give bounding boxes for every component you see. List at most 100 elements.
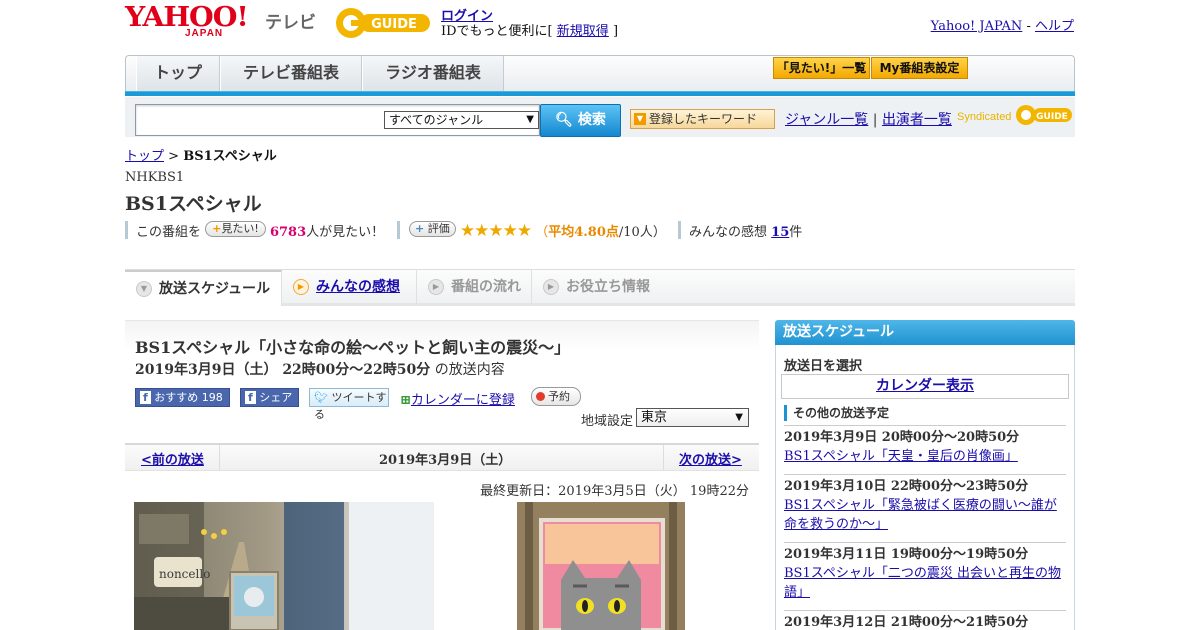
mitai-stat: この番組を +見たい! 6783人が見たい！ — [136, 221, 384, 240]
prev-broadcast-link[interactable]: <前の放送 — [141, 449, 204, 468]
sidebar-heading: 放送スケジュール — [775, 320, 1075, 345]
tab-label: 番組の流れ — [451, 279, 521, 295]
play-icon: ▶ — [428, 279, 444, 295]
rate-button[interactable]: + 評価 — [409, 221, 456, 237]
facebook-recommend-button[interactable]: f おすすめ 198 — [135, 388, 230, 407]
rate-button-label: 評価 — [427, 222, 450, 235]
promo-prefix: IDでもっと便利に[ — [441, 24, 553, 39]
tab-label[interactable]: みんなの感想 — [316, 279, 400, 295]
nav-tab-radio-schedule[interactable]: ラジオ番組表 — [362, 56, 504, 92]
keyword-button[interactable]: ▼ 登録したキーワード — [630, 109, 775, 129]
program-stats: この番組を +見たい! 6783人が見たい！ + 評価 ★★★★★ （平均4.8… — [125, 221, 825, 241]
mitai-button[interactable]: +見たい! — [205, 221, 266, 237]
play-icon: ▶ — [543, 279, 559, 295]
chevron-down-icon: ▼ — [735, 412, 743, 423]
tab-reviews[interactable]: ▶ みんなの感想 — [282, 270, 417, 304]
current-broadcast-date: 2019年3月9日（土） — [379, 453, 512, 468]
svg-text:GUIDE: GUIDE — [371, 17, 417, 32]
region-select-value: 東京 — [641, 410, 668, 425]
program-photo-studio: noncello — [134, 502, 434, 630]
schedule-item: 2019年3月10日 22時00分～23時50分 BS1スペシャル「緊急被ばく医… — [784, 478, 1066, 534]
broadcast-datetime: 2019年3月9日（土） 22時00分～22時50分 — [135, 362, 431, 378]
calendar-register-link[interactable]: カレンダーに登録 — [411, 393, 515, 408]
next-broadcast-link[interactable]: 次の放送> — [679, 449, 742, 468]
top-right-links: Yahoo! JAPAN - ヘルプ — [931, 15, 1074, 34]
tab-program-flow[interactable]: ▶ 番組の流れ — [417, 270, 532, 304]
schedule-title-link[interactable]: BS1スペシャル「二つの震災 出会いと再生の物語」 — [784, 566, 1061, 600]
content-tabs: ▼ 放送スケジュール ▶ みんなの感想 ▶ 番組の流れ ▶ お役立ち情報 — [125, 269, 1075, 306]
gguide-small-logo: GUIDE — [1015, 105, 1072, 125]
schedule-datetime: 2019年3月10日 22時00分～23時50分 — [784, 479, 1029, 494]
link-separator: - — [1026, 19, 1031, 34]
schedule-item: 2019年3月11日 19時00分～19時50分 BS1スペシャル「二つの震災 … — [784, 546, 1066, 602]
calendar-add-icon: ⊞ — [400, 393, 411, 408]
search-button[interactable]: 🔍︎ 検索 — [540, 104, 621, 137]
facebook-recommend-label: おすすめ 198 — [154, 391, 223, 404]
nav-accent-bar — [125, 91, 1075, 96]
facebook-icon: f — [140, 391, 151, 404]
mitai-button-label: 見たい! — [221, 222, 259, 235]
tweet-button[interactable]: 🐦︎ ツイートする — [309, 388, 389, 421]
mitai-prefix: この番組を — [136, 225, 202, 240]
help-link[interactable]: ヘルプ — [1035, 19, 1074, 34]
search-button-label: 検索 — [577, 112, 606, 128]
tab-useful-info[interactable]: ▶ お役立ち情報 — [532, 270, 672, 304]
stats-divider — [125, 221, 128, 239]
tab-label: お役立ち情報 — [566, 279, 650, 295]
plus-icon: + — [415, 222, 425, 235]
svg-text:GUIDE: GUIDE — [1036, 112, 1068, 122]
mitai-count: 6783 — [269, 225, 307, 240]
schedule-divider — [784, 610, 1066, 611]
schedule-title-link[interactable]: BS1スペシャル「緊急被ばく医療の闘い～誰が命を救うのか～」 — [784, 498, 1057, 532]
nav-tab-top[interactable]: トップ — [136, 56, 220, 92]
genre-list-link[interactable]: ジャンル一覧 — [785, 112, 868, 128]
mitai-list-button[interactable]: 「見たい!」一覧 — [773, 57, 870, 79]
yahoo-japan-link[interactable]: Yahoo! JAPAN — [931, 19, 1023, 34]
my-schedule-button[interactable]: My番組表設定 — [871, 57, 968, 79]
reviews-suffix: 件 — [789, 225, 803, 240]
tv-label[interactable]: テレビ — [265, 8, 316, 33]
schedule-item: 2019年3月12日 21時00分～21時50分 — [784, 614, 1066, 630]
rating-average: 平均4.80点 — [548, 225, 619, 240]
nav-tab-tv-schedule[interactable]: テレビ番組表 — [220, 56, 362, 92]
record-dot-icon — [536, 392, 545, 401]
breadcrumb-top-link[interactable]: トップ — [125, 149, 164, 164]
avg-open: （ — [535, 225, 549, 240]
schedule-datetime: 2019年3月11日 19時00分～19時50分 — [784, 547, 1029, 562]
twitter-icon: 🐦︎ — [314, 391, 328, 404]
gguide-logo[interactable]: GUIDE — [334, 6, 434, 40]
reviews-prefix: みんなの感想 — [689, 225, 768, 240]
signup-link[interactable]: 新規取得 — [557, 24, 609, 39]
calendar-display-link[interactable]: カレンダー表示 — [876, 378, 974, 394]
schedule-title-link[interactable]: BS1スペシャル「天皇・皇后の肖像画」 — [784, 449, 1018, 464]
schedule-datetime: 2019年3月9日 20時00分～20時50分 — [784, 430, 1020, 445]
facebook-icon: f — [245, 391, 256, 404]
play-icon: ▶ — [293, 279, 309, 295]
rating-stars: ★★★★★ — [459, 221, 532, 241]
schedule-datetime: 2019年3月12日 21時00分～21時50分 — [784, 615, 1029, 630]
tab-broadcast-schedule[interactable]: ▼ 放送スケジュール — [125, 270, 282, 306]
broadcast-time-suffix: の放送内容 — [434, 362, 505, 378]
rating-stat: + 評価 ★★★★★ （平均4.80点/10人） — [409, 221, 666, 241]
chevron-down-icon: ▼ — [526, 114, 534, 125]
reviews-count-link[interactable]: 15 — [771, 225, 789, 240]
rating-count: /10人） — [618, 225, 666, 240]
genre-select[interactable]: すべてのジャンル ▼ — [384, 111, 539, 129]
schedule-item: 2019年3月9日 20時00分～20時50分 BS1スペシャル「天皇・皇后の肖… — [784, 429, 1066, 466]
broadcast-time: 2019年3月9日（土） 22時00分～22時50分 の放送内容 — [135, 359, 505, 379]
facebook-share-button[interactable]: f シェア — [240, 388, 299, 407]
schedule-divider — [784, 474, 1066, 475]
performer-list-link[interactable]: 出演者一覧 — [882, 112, 952, 128]
region-select[interactable]: 東京 ▼ — [636, 408, 749, 427]
keyword-button-label: 登録したキーワード — [649, 112, 758, 126]
tab-label: 放送スケジュール — [159, 281, 271, 297]
stats-divider — [678, 221, 681, 239]
channel-name: NHKBS1 — [125, 170, 185, 185]
genre-select-value: すべてのジャンル — [389, 113, 484, 127]
breadcrumb-current: BS1スペシャル — [183, 149, 277, 164]
date-select-label: 放送日を選択 — [784, 359, 863, 374]
reserve-button[interactable]: 予約 — [531, 387, 581, 406]
date-nav-divider — [219, 445, 220, 471]
search-icon: 🔍︎ — [555, 112, 573, 128]
calendar-display-button[interactable]: カレンダー表示 — [781, 374, 1069, 399]
